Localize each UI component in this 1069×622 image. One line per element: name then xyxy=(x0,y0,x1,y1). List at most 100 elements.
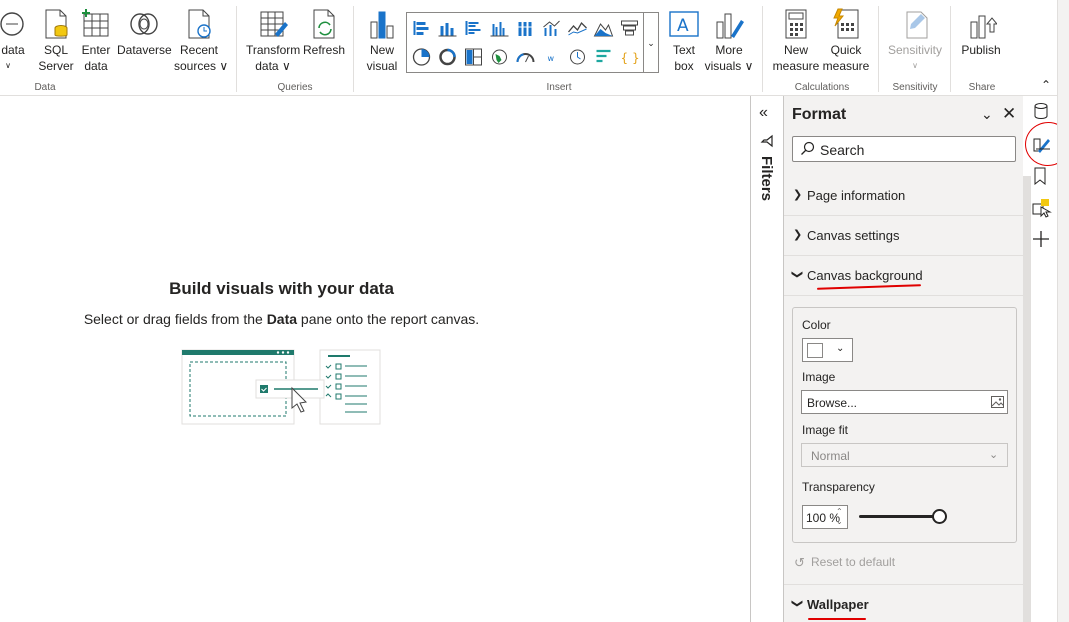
more-visuals-label-1: More xyxy=(715,43,743,57)
calculator-icon xyxy=(785,9,807,39)
section-canvas-settings[interactable]: ❯ Canvas settings xyxy=(784,216,1024,256)
reset-label: Reset to default xyxy=(811,555,896,569)
dataverse-button[interactable]: Dataverse xyxy=(117,8,172,58)
format-pane-scrollbar[interactable] xyxy=(1023,176,1031,622)
text-box-button[interactable]: A Text box xyxy=(666,8,702,74)
group-separator xyxy=(878,6,879,92)
svg-text:w: w xyxy=(548,54,555,63)
stacked-bar-chart-icon[interactable] xyxy=(411,18,432,38)
transform-data-button[interactable]: Transform data ∨ xyxy=(246,8,300,74)
funnel-chart-icon[interactable] xyxy=(619,18,640,38)
collapse-ribbon-chevron-icon[interactable]: ⌃ xyxy=(1041,78,1051,92)
sensitivity-label-1: Sensitivity xyxy=(887,43,943,57)
100-stacked-column-chart-icon[interactable] xyxy=(515,18,536,38)
transparency-label: Transparency xyxy=(802,480,875,494)
report-canvas[interactable]: Build visuals with your data Select or d… xyxy=(0,96,750,622)
new-visual-button[interactable]: New visual xyxy=(362,8,402,74)
format-pane-title: Format xyxy=(792,106,847,123)
section-canvas-background[interactable]: ❯ Canvas background xyxy=(784,256,1024,296)
line-column-chart-icon[interactable] xyxy=(541,18,562,38)
subtitle-text-pre: Select or drag fields from the xyxy=(83,311,267,327)
plus-icon[interactable] xyxy=(1032,230,1050,248)
empty-canvas-title: Build visuals with your data xyxy=(169,279,394,298)
transparency-slider-thumb[interactable] xyxy=(932,509,947,524)
chevron-down-icon: ⌄ xyxy=(989,449,999,461)
refresh-button[interactable]: Refresh xyxy=(302,8,346,58)
pie-chart-icon[interactable] xyxy=(411,47,432,67)
get-data-label-2: ∨ xyxy=(5,61,11,70)
chevron-right-icon: ❯ xyxy=(793,189,803,201)
python-visual-icon[interactable]: { } xyxy=(619,47,640,67)
image-fit-dropdown[interactable]: Normal ⌄ xyxy=(801,443,1008,467)
chevron-down-icon: ❯ xyxy=(791,598,804,609)
filters-label[interactable]: Filters xyxy=(758,156,775,201)
image-label: Image xyxy=(802,370,836,384)
new-measure-button[interactable]: New measure xyxy=(771,8,821,74)
transparency-slider-track[interactable] xyxy=(859,515,934,518)
image-fit-value: Normal xyxy=(811,449,850,463)
refresh-label: Refresh xyxy=(302,43,346,57)
gauge-icon[interactable] xyxy=(515,47,536,67)
publish-label: Publish xyxy=(961,43,1001,57)
word-cloud-icon[interactable]: w xyxy=(541,47,562,67)
decomposition-tree-icon[interactable] xyxy=(593,47,614,67)
format-search-input[interactable]: Search xyxy=(792,136,1016,162)
collapse-pane-chevron-icon[interactable]: ⌄ xyxy=(981,106,993,123)
clustered-bar-chart-icon[interactable] xyxy=(463,18,484,38)
color-swatch xyxy=(807,343,823,358)
map-icon[interactable] xyxy=(489,47,510,67)
more-visuals-label-2: visuals ∨ xyxy=(704,59,754,73)
group-label-insert: Insert xyxy=(546,82,572,93)
visual-gallery-row xyxy=(411,18,640,38)
enter-data-button[interactable]: Enter data xyxy=(79,8,113,74)
group-label-queries: Queries xyxy=(277,82,313,93)
svg-text:{ }: { } xyxy=(621,51,640,65)
refresh-icon xyxy=(313,9,335,39)
clock-visual-icon[interactable] xyxy=(567,47,588,67)
section-page-information[interactable]: ❯ Page information xyxy=(784,176,1024,216)
get-data-label-1: e data xyxy=(0,43,25,57)
treemap-icon[interactable] xyxy=(463,47,484,67)
quick-measure-label-2: measure xyxy=(822,59,870,73)
sql-server-button[interactable]: SQL Server xyxy=(38,8,74,74)
spin-arrows-icon[interactable]: ⌃ ⌄ xyxy=(836,507,843,527)
sensitivity-label-2: ∨ xyxy=(912,61,918,70)
build-visuals-illustration xyxy=(181,349,381,425)
gallery-more-chevron-icon[interactable]: ⌄ xyxy=(643,12,659,73)
color-picker[interactable]: ⌄ xyxy=(802,338,853,362)
transform-data-icon xyxy=(260,11,288,37)
stacked-column-chart-icon[interactable] xyxy=(437,18,458,38)
transform-data-label-1: Transform xyxy=(246,43,301,57)
transparency-spinbox[interactable]: 100 % ⌃ ⌄ xyxy=(802,505,848,529)
sql-server-label-2: Server xyxy=(38,59,74,73)
recent-sources-icon xyxy=(188,9,211,39)
image-browse-input[interactable]: Browse... xyxy=(801,390,1008,414)
area-chart-icon[interactable] xyxy=(593,18,614,38)
quick-measure-button[interactable]: Quick measure xyxy=(821,8,871,74)
enter-data-label-2: data xyxy=(84,59,108,73)
sensitivity-button[interactable]: Sensitivity ∨ xyxy=(886,8,944,74)
line-chart-icon[interactable] xyxy=(567,18,588,38)
window-scrollbar[interactable] xyxy=(1057,0,1069,622)
recent-sources-button[interactable]: Recent sources ∨ xyxy=(174,8,228,74)
selection-icon[interactable] xyxy=(1032,198,1052,218)
more-visuals-button[interactable]: More visuals ∨ xyxy=(704,8,754,74)
group-label-sensitivity: Sensitivity xyxy=(892,82,938,93)
group-separator xyxy=(950,6,951,92)
bookmark-icon[interactable] xyxy=(1032,167,1048,185)
image-icon xyxy=(991,396,1004,408)
text-box-label-1: Text xyxy=(672,43,695,57)
donut-chart-icon[interactable] xyxy=(437,47,458,67)
get-data-button[interactable]: e data ∨ xyxy=(0,8,36,74)
visual-gallery-row: w { } xyxy=(411,47,640,67)
group-label-share: Share xyxy=(968,82,996,93)
expand-filters-chevron-icon[interactable]: « xyxy=(759,104,768,122)
clustered-column-chart-icon[interactable] xyxy=(489,18,510,38)
svg-text:A: A xyxy=(677,16,689,36)
close-icon[interactable]: ✕ xyxy=(1002,104,1016,124)
database-icon[interactable] xyxy=(1032,102,1050,120)
dataverse-label: Dataverse xyxy=(117,43,172,57)
publish-button[interactable]: Publish xyxy=(958,8,1004,58)
filters-pane-collapsed[interactable]: « Filters xyxy=(750,96,783,622)
section-wallpaper[interactable]: ❯ Wallpaper xyxy=(784,584,1024,622)
